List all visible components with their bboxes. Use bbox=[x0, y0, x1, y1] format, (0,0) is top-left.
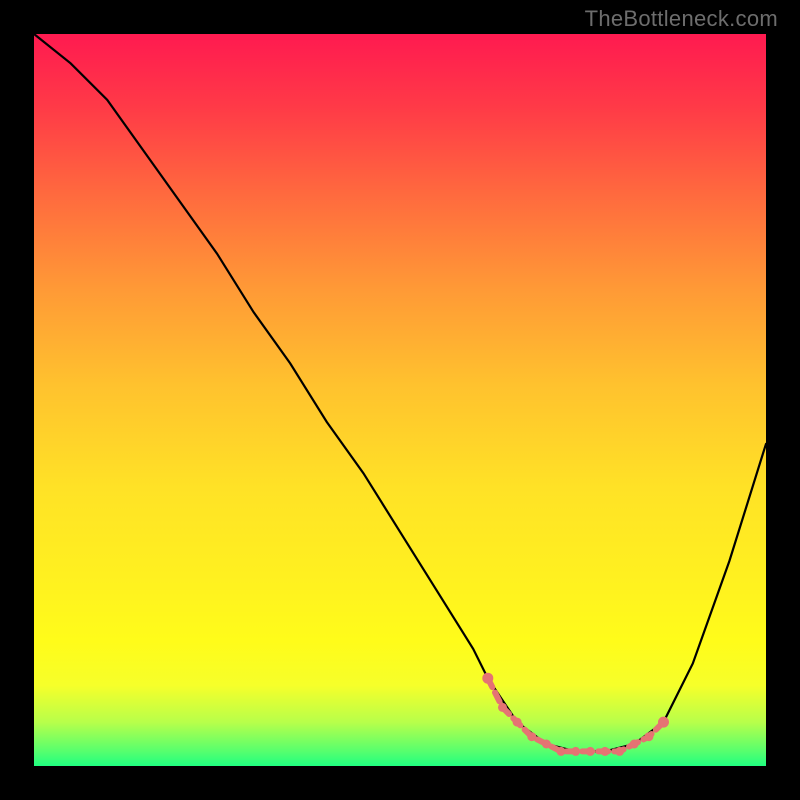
optimal-region-band bbox=[488, 678, 664, 751]
bottleneck-curve-svg bbox=[34, 34, 766, 766]
optimal-marker bbox=[528, 733, 536, 741]
chart-plot-area bbox=[34, 34, 766, 766]
optimal-marker bbox=[601, 747, 609, 755]
optimal-marker bbox=[557, 747, 565, 755]
optimal-marker bbox=[572, 747, 580, 755]
optimal-marker bbox=[659, 717, 669, 727]
optimal-marker bbox=[483, 673, 493, 683]
optimal-marker bbox=[542, 740, 550, 748]
optimal-marker bbox=[616, 747, 624, 755]
optimal-marker bbox=[645, 733, 653, 741]
optimal-marker bbox=[513, 718, 521, 726]
optimal-marker bbox=[630, 740, 638, 748]
optimal-marker bbox=[499, 703, 507, 711]
bottleneck-curve-line bbox=[34, 34, 766, 751]
optimal-marker bbox=[586, 747, 594, 755]
watermark-text: TheBottleneck.com bbox=[585, 6, 778, 32]
